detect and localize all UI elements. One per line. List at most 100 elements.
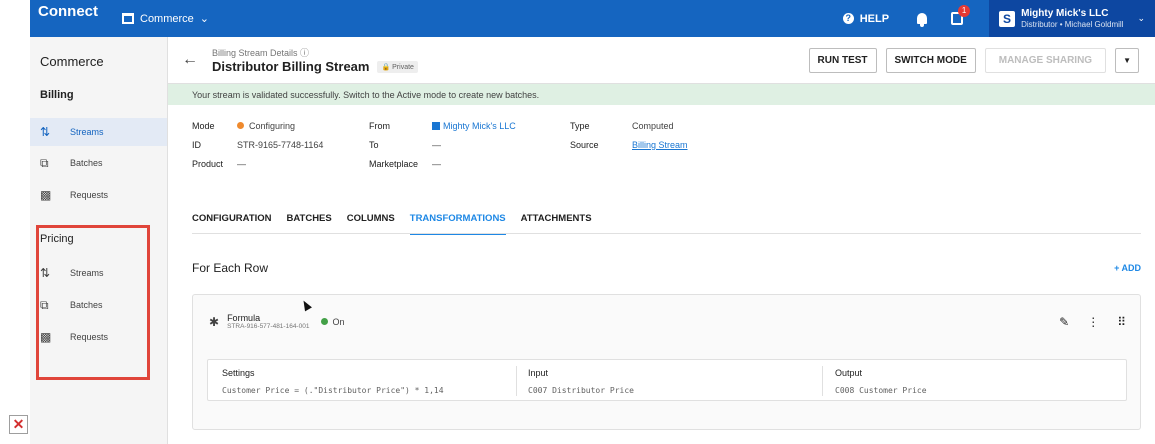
detail-from-label: From bbox=[369, 121, 390, 131]
avatar: S bbox=[999, 10, 1016, 27]
settings-label: Settings bbox=[222, 368, 255, 378]
detail-marketplace-value: — bbox=[432, 159, 441, 169]
account-menu[interactable]: S Mighty Mick's LLC Distributor • Michae… bbox=[989, 0, 1155, 37]
detail-type-label: Type bbox=[570, 121, 590, 131]
chevron-down-icon: ⌄ bbox=[199, 13, 210, 25]
tab-configuration[interactable]: CONFIGURATION bbox=[192, 213, 272, 235]
formula-name: Formula bbox=[227, 313, 261, 323]
success-banner: Your stream is validated successfully. S… bbox=[168, 84, 1155, 105]
streams-icon: ⇅ bbox=[40, 125, 51, 139]
pricing-highlight-box bbox=[36, 225, 150, 380]
title-row: Distributor Billing Stream 🔒 Private bbox=[212, 59, 418, 74]
breadcrumb: Billing Stream Details ⓘ bbox=[212, 46, 418, 59]
info-icon: ⓘ bbox=[300, 48, 310, 58]
edit-pencil-icon[interactable]: ✎ bbox=[1059, 315, 1069, 329]
visibility-label: Private bbox=[392, 63, 414, 71]
output-column: Output C008 Customer Price bbox=[835, 368, 927, 395]
run-test-button[interactable]: RUN TEST bbox=[808, 47, 877, 73]
detail-id-value: STR-9165-7748-1164 bbox=[237, 140, 324, 150]
source-link[interactable]: Billing Stream bbox=[632, 140, 688, 150]
formula-card: ✱ Formula STRA-916-577-481-164-001 On ✎ … bbox=[192, 294, 1141, 430]
formula-tools: ✎ ⋮ ⠿ bbox=[1059, 315, 1126, 329]
success-banner-text: Your stream is validated successfully. S… bbox=[192, 89, 540, 100]
puzzle-icon: ✱ bbox=[209, 314, 220, 329]
tab-bar: CONFIGURATION BATCHES COLUMNS TRANSFORMA… bbox=[192, 213, 592, 235]
settings-value: Customer Price = (."Distributor Price") … bbox=[222, 386, 444, 395]
sidebar-item-label: Batches bbox=[70, 158, 103, 168]
sidebar-item-billing-requests[interactable]: ▩ Requests bbox=[30, 181, 167, 209]
caret-down-icon: ▼ bbox=[1123, 55, 1131, 65]
detail-from-value[interactable]: Mighty Mick's LLC bbox=[432, 121, 516, 131]
main-content: ← Billing Stream Details ⓘ Distributor B… bbox=[168, 37, 1155, 444]
back-arrow-icon[interactable]: ← bbox=[182, 51, 198, 69]
tab-divider bbox=[192, 233, 1141, 234]
settings-column: Settings Customer Price = (."Distributor… bbox=[222, 368, 444, 395]
detail-type-value: Computed bbox=[632, 121, 674, 131]
tab-columns[interactable]: COLUMNS bbox=[347, 213, 395, 235]
detail-source-label: Source bbox=[570, 140, 599, 150]
formula-id: STRA-916-577-481-164-001 bbox=[227, 323, 310, 330]
detail-source-value: Billing Stream bbox=[632, 140, 688, 150]
manage-sharing-button[interactable]: MANAGE SHARING bbox=[984, 47, 1107, 73]
detail-mode-label: Mode bbox=[192, 121, 215, 131]
account-icon bbox=[432, 122, 440, 130]
help-label: HELP bbox=[859, 12, 890, 25]
broken-image-icon: ✕ bbox=[9, 415, 28, 434]
input-value: C007 Distributor Price bbox=[528, 386, 634, 395]
section-title: For Each Row bbox=[192, 261, 269, 275]
app-switcher-label: Commerce bbox=[140, 12, 194, 25]
detail-id-label: ID bbox=[192, 140, 201, 150]
status-label: On bbox=[332, 316, 345, 327]
column-divider bbox=[516, 366, 517, 396]
input-column: Input C007 Distributor Price bbox=[528, 368, 634, 395]
breadcrumb-label: Billing Stream Details bbox=[212, 48, 298, 58]
tasks-icon[interactable]: 1 bbox=[951, 5, 971, 25]
sidebar-item-billing-streams[interactable]: ⇅ Streams bbox=[30, 118, 167, 146]
help-button[interactable]: ? HELP bbox=[842, 12, 890, 25]
detail-marketplace-label: Marketplace bbox=[369, 159, 419, 169]
brand-logo[interactable]: Connect bbox=[38, 3, 122, 20]
app-switcher[interactable]: Commerce ⌄ bbox=[122, 12, 209, 25]
sidebar-item-label: Requests bbox=[70, 190, 109, 200]
formula-detail-panel: Settings Customer Price = (."Distributor… bbox=[207, 359, 1127, 401]
add-button[interactable]: + ADD bbox=[1114, 263, 1141, 273]
detail-product-value: — bbox=[237, 159, 246, 169]
account-subtitle: Distributor • Michael Goldmill bbox=[1021, 19, 1124, 29]
sidebar-item-billing-batches[interactable]: ⧉ Batches bbox=[30, 149, 167, 177]
sidebar-item-label: Streams bbox=[70, 127, 104, 137]
drag-handle-icon[interactable]: ⠿ bbox=[1117, 315, 1126, 329]
app-root: Connect Commerce ⌄ ? HELP 1 S Mighty Mic… bbox=[0, 0, 1155, 444]
account-info: Mighty Mick's LLC Distributor • Michael … bbox=[1021, 8, 1123, 30]
header-actions: RUN TEST SWITCH MODE MANAGE SHARING ▼ bbox=[808, 47, 1139, 73]
top-bar-actions: ? HELP 1 S Mighty Mick's LLC Distributor… bbox=[842, 0, 1155, 37]
sidebar-group-billing: Billing bbox=[40, 89, 74, 101]
formula-header: ✱ Formula STRA-916-577-481-164-001 On bbox=[209, 313, 344, 330]
output-label: Output bbox=[835, 368, 863, 378]
title-block: Billing Stream Details ⓘ Distributor Bil… bbox=[212, 46, 418, 74]
batches-icon: ⧉ bbox=[40, 155, 49, 170]
detail-to-value: — bbox=[432, 140, 441, 150]
requests-icon: ▩ bbox=[40, 188, 52, 202]
more-menu-button[interactable]: ▼ bbox=[1115, 47, 1139, 73]
page-title: Distributor Billing Stream bbox=[212, 59, 370, 74]
sidebar-title: Commerce bbox=[40, 54, 104, 69]
formula-status: On bbox=[321, 317, 344, 327]
detail-product-label: Product bbox=[192, 159, 224, 169]
chevron-down-icon: ⌄ bbox=[1137, 13, 1145, 23]
top-bar: Connect Commerce ⌄ ? HELP 1 S Mighty Mic… bbox=[30, 0, 1155, 37]
tab-batches[interactable]: BATCHES bbox=[287, 213, 332, 235]
store-icon bbox=[122, 13, 134, 24]
status-dot bbox=[321, 318, 329, 325]
detail-mode-value: Configuring bbox=[237, 121, 295, 131]
account-name: Mighty Mick's LLC bbox=[1021, 7, 1109, 19]
switch-mode-button[interactable]: SWITCH MODE bbox=[885, 47, 976, 73]
tab-attachments[interactable]: ATTACHMENTS bbox=[521, 213, 592, 235]
page-header: ← Billing Stream Details ⓘ Distributor B… bbox=[168, 37, 1155, 84]
bell-icon[interactable] bbox=[917, 13, 928, 27]
status-dot bbox=[237, 122, 244, 129]
output-value: C008 Customer Price bbox=[835, 386, 927, 395]
more-vert-icon[interactable]: ⋮ bbox=[1087, 315, 1099, 329]
tab-transformations[interactable]: TRANSFORMATIONS bbox=[409, 213, 506, 235]
column-divider bbox=[822, 366, 823, 396]
input-label: Input bbox=[528, 368, 549, 378]
